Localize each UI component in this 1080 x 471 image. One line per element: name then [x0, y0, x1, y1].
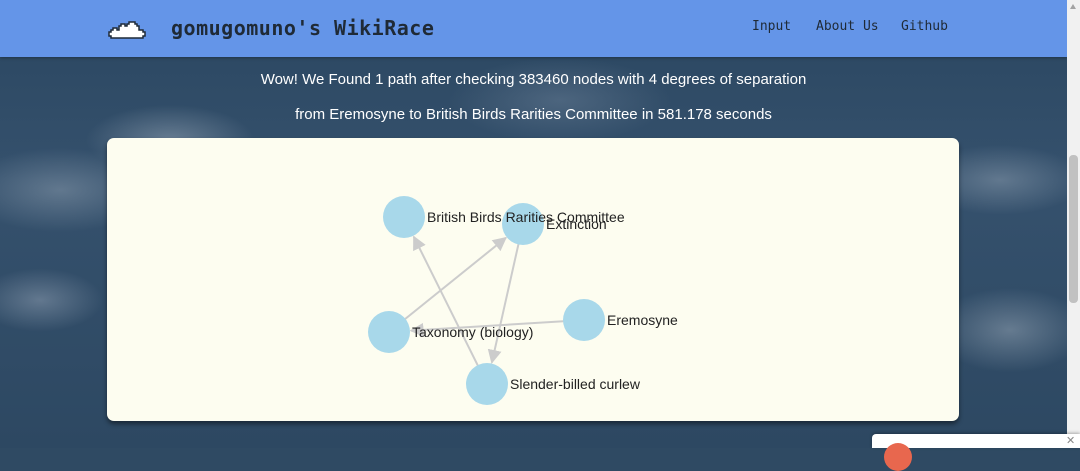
graph-card: British Birds Rarities Committee Extincti…	[107, 138, 959, 421]
path-graph[interactable]: British Birds Rarities CommitteeExtincti…	[107, 138, 959, 421]
navbar: gomugomuno's WikiRace Input About Us Git…	[0, 0, 1067, 57]
scroll-up-icon[interactable]	[1070, 4, 1076, 9]
cloud-icon[interactable]	[107, 18, 147, 40]
result-summary-line-1: Wow! We Found 1 path after checking 3834…	[260, 71, 807, 88]
nav-link-input[interactable]: Input	[752, 19, 791, 34]
brand-title[interactable]: gomugomuno's WikiRace	[171, 16, 434, 40]
graph-node-label: Extinction	[546, 216, 607, 232]
result-summary-line-2: from Eremosyne to British Birds Rarities…	[295, 106, 772, 123]
scroll-thumb[interactable]	[1069, 155, 1078, 303]
graph-node-label: Slender-billed curlew	[510, 376, 641, 392]
graph-edge	[412, 235, 488, 385]
graph-node[interactable]	[383, 196, 425, 238]
graph-node-label: Eremosyne	[607, 312, 678, 328]
nav-link-about-us[interactable]: About Us	[816, 19, 879, 34]
graph-node-label: Taxonomy (biology)	[412, 324, 533, 340]
nav-link-github[interactable]: Github	[901, 19, 948, 34]
graph-node[interactable]	[466, 363, 508, 405]
popup-badge	[884, 443, 912, 471]
close-icon[interactable]: ✕	[1066, 435, 1075, 447]
graph-node[interactable]	[563, 299, 605, 341]
page-scrollbar[interactable]	[1067, 0, 1080, 448]
graph-edge	[388, 236, 507, 333]
graph-node[interactable]	[368, 311, 410, 353]
notification-popup[interactable]: ✕	[872, 434, 1080, 471]
